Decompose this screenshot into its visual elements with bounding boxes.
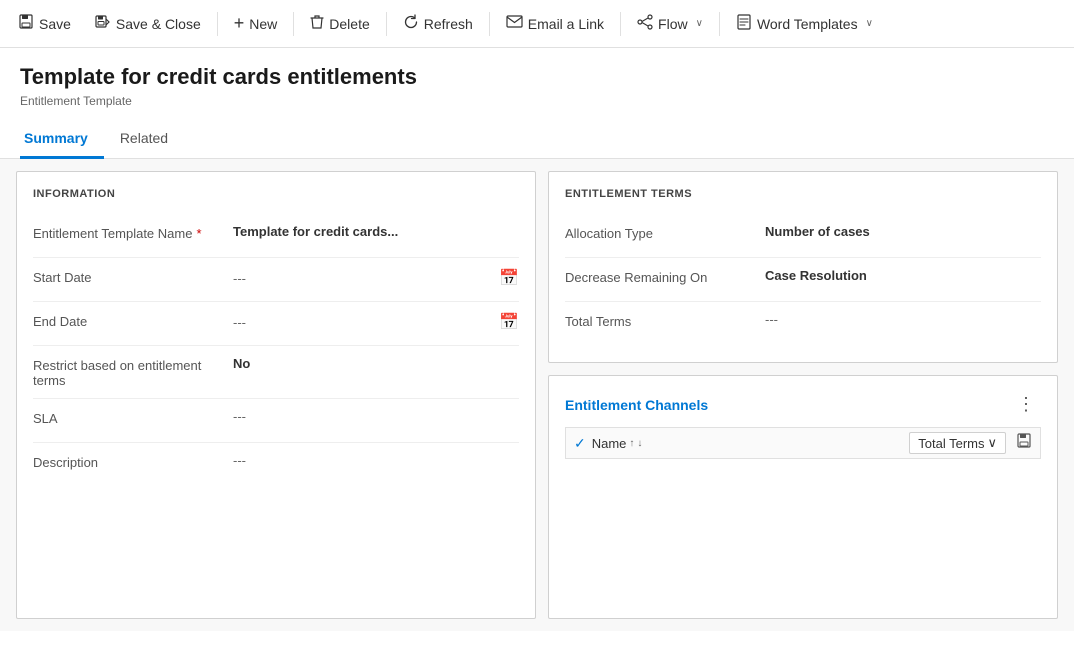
field-row-allocation-type: Allocation Type Number of cases bbox=[565, 214, 1041, 258]
save-label: Save bbox=[39, 16, 71, 32]
flow-button[interactable]: Flow ∨ bbox=[627, 8, 713, 40]
tab-related[interactable]: Related bbox=[116, 120, 184, 159]
field-label-template-name: Entitlement Template Name * bbox=[33, 224, 233, 241]
field-label-end-date: End Date bbox=[33, 312, 233, 329]
flow-label: Flow bbox=[658, 16, 688, 32]
field-label-decrease-remaining: Decrease Remaining On bbox=[565, 268, 765, 285]
refresh-label: Refresh bbox=[424, 16, 473, 32]
field-row-total-terms: Total Terms --- bbox=[565, 302, 1041, 346]
flow-dropdown-arrow: ∨ bbox=[696, 18, 703, 29]
start-date-calendar-icon[interactable]: 📅 bbox=[499, 268, 519, 288]
information-title: INFORMATION bbox=[33, 188, 519, 200]
total-terms-dropdown-arrow: ∨ bbox=[987, 435, 997, 451]
required-star: * bbox=[196, 226, 201, 241]
word-templates-button[interactable]: Word Templates ∨ bbox=[726, 8, 883, 40]
field-row-description: Description --- bbox=[33, 443, 519, 487]
name-column-label: Name bbox=[592, 436, 627, 451]
content-area: INFORMATION Entitlement Template Name * … bbox=[0, 159, 1074, 631]
entitlement-channels-panel: Entitlement Channels ⋮ ✓ Name ↑ ↓ Total … bbox=[548, 375, 1058, 619]
field-value-description[interactable]: --- bbox=[233, 453, 519, 468]
separator-6 bbox=[719, 12, 720, 36]
field-label-allocation-type: Allocation Type bbox=[565, 224, 765, 241]
save-grid-icon[interactable] bbox=[1016, 433, 1032, 454]
total-terms-column-label: Total Terms bbox=[918, 436, 984, 451]
field-row-decrease-remaining: Decrease Remaining On Case Resolution bbox=[565, 258, 1041, 302]
separator-1 bbox=[217, 12, 218, 36]
right-panels: ENTITLEMENT TERMS Allocation Type Number… bbox=[548, 171, 1058, 619]
entitlement-terms-panel: ENTITLEMENT TERMS Allocation Type Number… bbox=[548, 171, 1058, 363]
delete-label: Delete bbox=[329, 16, 369, 32]
new-label: New bbox=[249, 16, 277, 32]
new-button[interactable]: + New bbox=[224, 7, 288, 40]
delete-icon bbox=[310, 14, 324, 34]
field-label-total-terms: Total Terms bbox=[565, 312, 765, 329]
field-value-decrease-remaining[interactable]: Case Resolution bbox=[765, 268, 1041, 283]
page-header: Template for credit cards entitlements E… bbox=[0, 48, 1074, 108]
field-value-allocation-type[interactable]: Number of cases bbox=[765, 224, 1041, 239]
refresh-button[interactable]: Refresh bbox=[393, 8, 483, 40]
separator-5 bbox=[620, 12, 621, 36]
field-value-total-terms[interactable]: --- bbox=[765, 312, 1041, 327]
word-templates-icon bbox=[736, 14, 752, 34]
field-value-start-date: --- 📅 bbox=[233, 268, 519, 288]
field-row-template-name: Entitlement Template Name * Template for… bbox=[33, 214, 519, 258]
save-button[interactable]: Save bbox=[8, 8, 81, 40]
separator-4 bbox=[489, 12, 490, 36]
field-row-sla: SLA --- bbox=[33, 399, 519, 443]
field-label-restrict: Restrict based on entitlement terms bbox=[33, 356, 233, 388]
delete-button[interactable]: Delete bbox=[300, 8, 379, 40]
tab-summary[interactable]: Summary bbox=[20, 120, 104, 159]
separator-3 bbox=[386, 12, 387, 36]
field-row-end-date: End Date --- 📅 bbox=[33, 302, 519, 346]
save-icon bbox=[18, 14, 34, 34]
channels-header: Entitlement Channels ⋮ bbox=[565, 392, 1041, 417]
save-close-label: Save & Close bbox=[116, 16, 201, 32]
separator-2 bbox=[293, 12, 294, 36]
word-templates-label: Word Templates bbox=[757, 16, 858, 32]
tabs-container: Summary Related bbox=[0, 120, 1074, 159]
page-subtitle: Entitlement Template bbox=[20, 94, 1054, 108]
flow-icon bbox=[637, 14, 653, 34]
email-icon bbox=[506, 15, 523, 32]
page-title: Template for credit cards entitlements bbox=[20, 64, 1054, 90]
field-value-restrict[interactable]: No bbox=[233, 356, 519, 371]
field-label-description: Description bbox=[33, 453, 233, 470]
field-label-start-date: Start Date bbox=[33, 268, 233, 285]
field-value-template-name[interactable]: Template for credit cards... bbox=[233, 224, 519, 239]
save-close-button[interactable]: Save & Close bbox=[85, 8, 211, 40]
channels-menu-button[interactable]: ⋮ bbox=[1011, 392, 1041, 417]
sort-up-icon: ↑ bbox=[629, 438, 634, 449]
email-link-label: Email a Link bbox=[528, 16, 604, 32]
end-date-calendar-icon[interactable]: 📅 bbox=[499, 312, 519, 332]
check-icon: ✓ bbox=[574, 435, 586, 452]
total-terms-column-dropdown[interactable]: Total Terms ∨ bbox=[909, 432, 1006, 454]
toolbar: Save Save & Close + New Delete Refresh E… bbox=[0, 0, 1074, 48]
information-panel: INFORMATION Entitlement Template Name * … bbox=[16, 171, 536, 619]
field-value-sla[interactable]: --- bbox=[233, 409, 519, 424]
field-row-start-date: Start Date --- 📅 bbox=[33, 258, 519, 302]
word-templates-dropdown-arrow: ∨ bbox=[866, 18, 873, 29]
refresh-icon bbox=[403, 14, 419, 34]
entitlement-terms-title: ENTITLEMENT TERMS bbox=[565, 188, 1041, 200]
field-value-end-date: --- 📅 bbox=[233, 312, 519, 332]
channels-title: Entitlement Channels bbox=[565, 397, 708, 413]
email-link-button[interactable]: Email a Link bbox=[496, 9, 614, 38]
field-row-restrict: Restrict based on entitlement terms No bbox=[33, 346, 519, 399]
channels-toolbar: ✓ Name ↑ ↓ Total Terms ∨ bbox=[565, 427, 1041, 459]
field-label-sla: SLA bbox=[33, 409, 233, 426]
sort-down-icon: ↓ bbox=[637, 438, 642, 449]
name-column-sort[interactable]: Name ↑ ↓ bbox=[592, 436, 904, 451]
save-close-icon bbox=[95, 14, 111, 34]
new-icon: + bbox=[234, 13, 245, 34]
